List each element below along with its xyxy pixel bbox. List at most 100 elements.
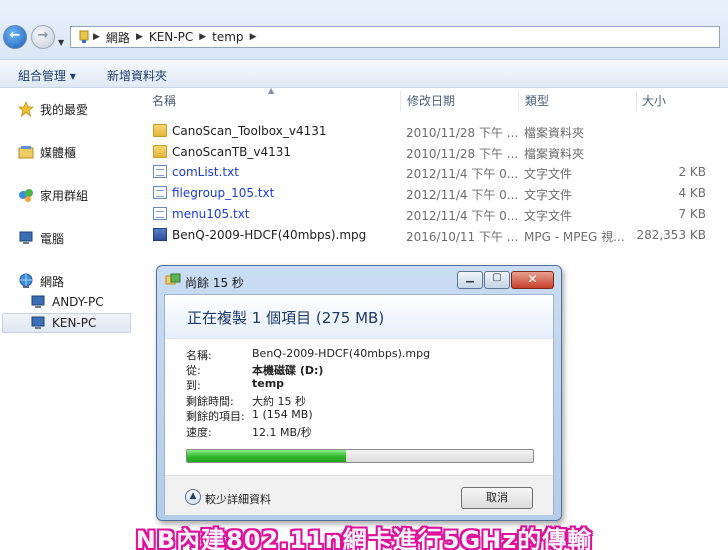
file-name: filegroup_105.txt (172, 186, 275, 200)
file-date: 2010/11/28 下午 ... (406, 147, 519, 161)
detail-label: 剩餘時間: (186, 395, 234, 408)
close-button[interactable]: ✕ (511, 271, 554, 289)
caption-overlay: NB內建802.11n網卡進行5GHz的傳輸 (135, 526, 593, 550)
navigation-pane: 我的最愛 媒體櫃 家用群組 電腦 網路 ANDY-PC KEN-PC (0, 89, 140, 550)
file-size: 282,353 KB (636, 228, 706, 242)
breadcrumb-temp[interactable]: temp (212, 30, 243, 44)
dialog-header: 正在複製 1 個項目 (275 MB) (164, 294, 554, 338)
folder-icon (153, 145, 167, 158)
file-date: 2016/10/11 下午 ... (406, 230, 519, 244)
detail-label: 名稱: (186, 349, 212, 362)
sidebar-item-label: ANDY-PC (52, 295, 104, 309)
file-row[interactable]: BenQ-2009-HDCF(40mbps).mpg 2016/10/11 下午… (146, 225, 716, 245)
breadcrumb-separator-icon: ▶ (199, 32, 207, 42)
file-date: 2012/11/4 下午 0... (406, 167, 519, 181)
file-size: 7 KB (678, 207, 706, 221)
address-bar-area: ← → ▼ ▶ 網路 ▶ KEN-PC ▶ temp ▶ (0, 0, 728, 60)
sort-ascending-icon: ▲ (268, 86, 275, 95)
text-file-icon (153, 186, 167, 199)
folder-icon (153, 124, 167, 137)
sidebar-item-computer[interactable]: 電腦 (18, 228, 64, 248)
sidebar-item-homegroup[interactable]: 家用群組 (18, 185, 88, 205)
back-button[interactable]: ← (3, 25, 27, 49)
copy-progress-dialog: 尚餘 15 秒 ▁ ▢ ✕ 正在複製 1 個項目 (275 MB) 名稱: Be… (156, 265, 562, 521)
column-divider[interactable] (400, 91, 401, 111)
minimize-icon: ▁ (466, 272, 474, 283)
forward-button[interactable]: → (31, 25, 55, 49)
sidebar-item-label: 電腦 (40, 231, 65, 246)
computer-icon (31, 316, 45, 329)
sidebar-item-favorites[interactable]: 我的最愛 (18, 99, 88, 119)
file-type: 文字文件 (524, 209, 573, 223)
text-file-icon (153, 207, 167, 220)
cancel-button[interactable]: 取消 (461, 487, 533, 509)
sidebar-item-andy-pc[interactable]: ANDY-PC (30, 292, 104, 312)
detail-label: 到: (186, 379, 201, 392)
library-icon (18, 146, 34, 159)
file-name: menu105.txt (172, 207, 250, 221)
history-dropdown[interactable]: ▼ (58, 34, 66, 47)
column-header-modified[interactable]: 修改日期 (407, 92, 455, 109)
file-row[interactable]: filegroup_105.txt 2012/11/4 下午 0... 文字文件… (146, 183, 716, 203)
column-header-size[interactable]: 大小 (642, 92, 666, 109)
maximize-button[interactable]: ▢ (484, 271, 510, 289)
text-file-icon (153, 165, 167, 178)
file-name: CanoScan_Toolbox_v4131 (172, 124, 327, 138)
less-details-button[interactable]: ▲ (185, 489, 201, 505)
file-type: 文字文件 (524, 188, 573, 202)
copy-heading: 正在複製 1 個項目 (275 MB) (187, 309, 385, 327)
sidebar-item-label: KEN-PC (52, 316, 97, 330)
breadcrumb-network[interactable]: 網路 (106, 29, 130, 46)
arrow-right-icon: → (37, 28, 49, 43)
detail-value: 大約 15 秒 (252, 395, 306, 408)
sidebar-item-label: 我的最愛 (40, 102, 89, 117)
network-icon (79, 30, 89, 43)
progress-fill (187, 450, 347, 462)
copy-icon (165, 273, 181, 285)
dialog-titlebar[interactable]: 尚餘 15 秒 ▁ ▢ ✕ (157, 266, 561, 294)
new-folder-button[interactable]: 新增資料夾 (107, 67, 167, 84)
detail-label: 從: (186, 364, 201, 377)
less-details-label[interactable]: 較少詳細資料 (205, 491, 271, 507)
maximize-icon: ▢ (492, 272, 502, 283)
sidebar-item-label: 媒體櫃 (40, 145, 77, 160)
file-type: MPG - MPEG 視... (524, 230, 625, 244)
network-globe-icon (19, 273, 33, 288)
column-header-name[interactable]: 名稱 (152, 92, 176, 109)
file-row[interactable]: comList.txt 2012/11/4 下午 0... 文字文件 2 KB (146, 162, 716, 182)
file-size: 4 KB (678, 186, 706, 200)
computer-icon (19, 231, 33, 244)
file-row[interactable]: menu105.txt 2012/11/4 下午 0... 文字文件 7 KB (146, 204, 716, 224)
file-row[interactable]: CanoScan_Toolbox_v4131 2010/11/28 下午 ...… (146, 121, 716, 141)
detail-value: 12.1 MB/秒 (252, 426, 312, 439)
organize-button[interactable]: 組合管理 ▾ (18, 67, 76, 84)
minimize-button[interactable]: ▁ (457, 271, 483, 289)
column-divider[interactable] (518, 91, 519, 111)
breadcrumb-separator-icon: ▶ (249, 32, 257, 42)
file-date: 2010/11/28 下午 ... (406, 126, 519, 140)
command-bar: 組合管理 ▾ 新增資料夾 (0, 60, 728, 88)
sidebar-item-label: 家用群組 (40, 188, 89, 203)
sidebar-item-libraries[interactable]: 媒體櫃 (18, 142, 76, 162)
sidebar-item-network[interactable]: 網路 (18, 271, 64, 291)
detail-value[interactable]: temp (252, 377, 284, 390)
star-icon (18, 101, 34, 117)
file-name: CanoScanTB_v4131 (172, 145, 292, 159)
detail-value: 1 (154 MB) (252, 408, 313, 421)
breadcrumb-ken-pc[interactable]: KEN-PC (149, 30, 193, 44)
column-divider[interactable] (636, 91, 637, 111)
file-row[interactable]: CanoScanTB_v4131 2010/11/28 下午 ... 檔案資料夾 (146, 142, 716, 162)
file-date: 2012/11/4 下午 0... (406, 188, 519, 202)
detail-value[interactable]: 本機磁碟 (D:) (252, 362, 323, 378)
column-header-type[interactable]: 類型 (525, 92, 549, 109)
arrow-left-icon: ← (9, 28, 21, 43)
detail-label: 速度: (186, 426, 212, 439)
address-box[interactable]: ▶ 網路 ▶ KEN-PC ▶ temp ▶ (70, 26, 720, 48)
computer-icon (31, 295, 45, 308)
sidebar-item-label: 網路 (40, 274, 65, 289)
dialog-title: 尚餘 15 秒 (185, 276, 244, 290)
dialog-body: 名稱: BenQ-2009-HDCF(40mbps).mpg 從: 本機磁碟 (… (164, 338, 554, 515)
chevron-up-icon: ▲ (189, 491, 197, 501)
sidebar-item-ken-pc[interactable]: KEN-PC (2, 313, 131, 333)
copy-progress-bar (186, 449, 534, 463)
